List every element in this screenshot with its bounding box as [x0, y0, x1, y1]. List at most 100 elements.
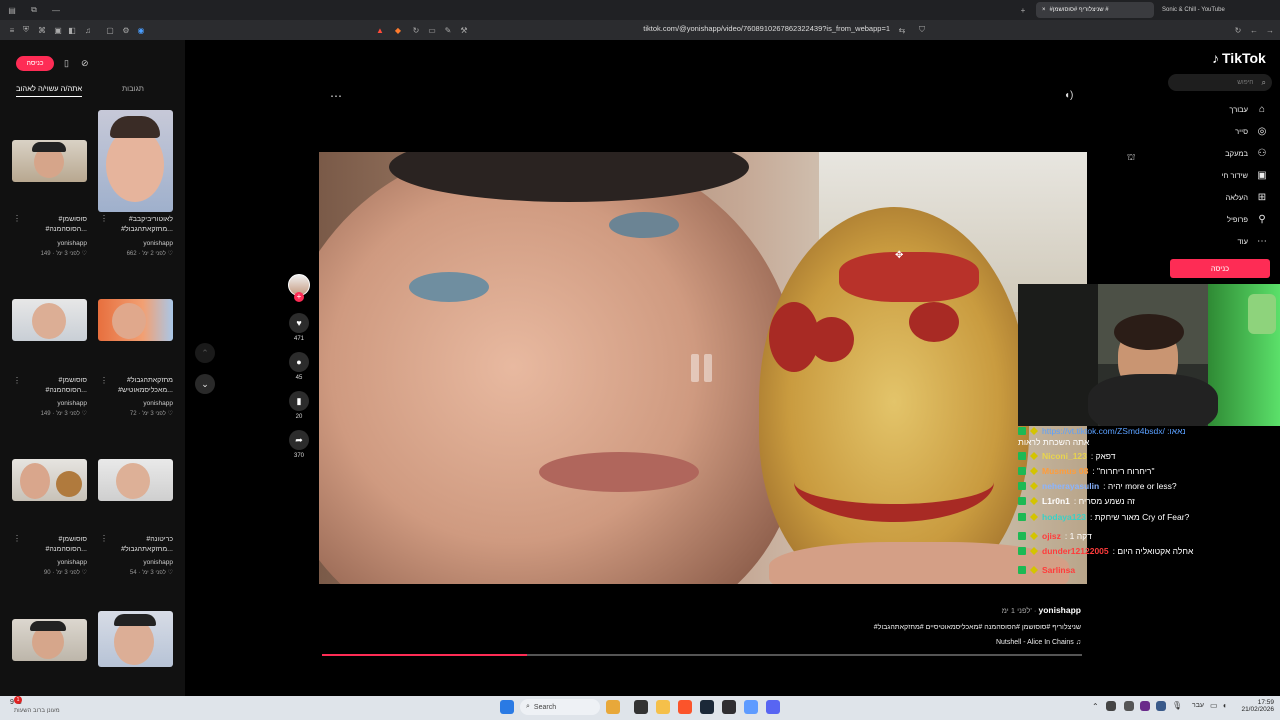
- nav-item-profile[interactable]: פרופיל ⚲: [1227, 212, 1268, 226]
- minimize-icon[interactable]: —: [50, 4, 62, 16]
- close-tab-icon[interactable]: ×: [1042, 7, 1046, 13]
- reload-icon[interactable]: ↻: [410, 24, 422, 36]
- sidebar-icon[interactable]: ≡: [6, 24, 18, 36]
- video-thumbnail[interactable]: [12, 459, 87, 501]
- previous-video-button[interactable]: ⌃: [195, 343, 215, 363]
- app-icon[interactable]: [744, 700, 758, 714]
- music-line[interactable]: Nutshell - Alice In Chains ♫: [700, 639, 1081, 646]
- extensions-icon[interactable]: ⚙: [120, 24, 132, 36]
- window-menu-icon[interactable]: ▤: [6, 4, 18, 16]
- music-title[interactable]: Nutshell - Alice In Chains: [996, 639, 1074, 646]
- discord-icon[interactable]: [766, 700, 780, 714]
- more-options-icon[interactable]: ⋮: [13, 376, 21, 385]
- video-title[interactable]: #הסוסהמנה...: [12, 387, 87, 395]
- more-options-icon[interactable]: ⋮: [100, 534, 108, 543]
- split-icon[interactable]: ◧: [66, 24, 78, 36]
- video-author[interactable]: yonishapp: [98, 400, 173, 407]
- video-title[interactable]: #סוסושמן: [12, 377, 87, 385]
- mic-icon[interactable]: 🎙: [1172, 701, 1182, 710]
- more-options-icon[interactable]: ⋮: [100, 214, 108, 223]
- chat-username[interactable]: hodaya123: [1042, 512, 1086, 522]
- network-icon[interactable]: ▭: [1210, 701, 1218, 710]
- translate-icon[interactable]: ✎: [442, 24, 454, 36]
- tray-app-icon[interactable]: [1156, 701, 1166, 711]
- video-title[interactable]: #סוסושמן: [12, 216, 87, 224]
- chat-username[interactable]: Sarlinsa: [1042, 565, 1075, 575]
- video-author[interactable]: yonishapp: [12, 240, 87, 247]
- tab-youtube[interactable]: Sonic & Chill - YouTube: [1156, 2, 1268, 18]
- taskbar-search[interactable]: ⌕ Search: [520, 699, 600, 715]
- brave-shield-icon[interactable]: ◆: [392, 24, 404, 36]
- video-thumbnail[interactable]: [98, 611, 173, 667]
- widgets-icon[interactable]: [606, 700, 620, 714]
- brave-rewards-icon[interactable]: ▲: [374, 24, 386, 36]
- video-title[interactable]: #מחזקאתהגבול...: [98, 226, 173, 234]
- reader-icon[interactable]: ▭: [426, 24, 438, 36]
- settings-icon[interactable]: ⊘: [81, 58, 89, 69]
- tools-icon[interactable]: ⚒: [458, 24, 470, 36]
- more-options-icon[interactable]: ⋯: [330, 89, 342, 103]
- video-author[interactable]: yonishapp: [12, 559, 87, 566]
- video-thumbnail[interactable]: [98, 299, 173, 341]
- nav-item-following[interactable]: במעקב ⚇: [1225, 146, 1268, 160]
- tray-app-icon[interactable]: [1106, 701, 1116, 711]
- chat-username[interactable]: dunder12122005: [1042, 546, 1109, 556]
- wallet-icon[interactable]: ◉: [135, 24, 147, 36]
- video-author[interactable]: yonishapp: [98, 240, 173, 247]
- device-icon[interactable]: ▯: [64, 58, 69, 69]
- video-title[interactable]: #הסוסהמנה...: [12, 546, 87, 554]
- tab-tiktok[interactable]: × #שניצלוריף #סוסושמן #: [1036, 2, 1154, 18]
- volume-icon[interactable]: ◖): [1064, 90, 1073, 101]
- tray-chevron-icon[interactable]: ⌃: [1092, 702, 1099, 711]
- task-view-icon[interactable]: [634, 700, 648, 714]
- tray-app-icon[interactable]: [1140, 701, 1150, 711]
- tiktok-logo[interactable]: ♪ TikTok: [1212, 50, 1266, 66]
- video-thumbnail[interactable]: [98, 110, 173, 212]
- chat-username[interactable]: L1r0n1: [1042, 496, 1070, 506]
- video-title[interactable]: #לאוטוריביקבב: [98, 216, 173, 224]
- nav-item-upload[interactable]: העלאה ⊞: [1225, 190, 1268, 204]
- more-options-icon[interactable]: ⋮: [13, 534, 21, 543]
- chat-username[interactable]: ojisz: [1042, 531, 1061, 541]
- save-action[interactable]: ▮ 20: [289, 391, 309, 420]
- tab-actions-icon[interactable]: ⧉: [28, 4, 40, 16]
- chat-username[interactable]: Musmus 08: [1042, 466, 1088, 476]
- author-username[interactable]: yonishapp: [1038, 605, 1081, 615]
- login-button[interactable]: כניסה: [1170, 259, 1270, 278]
- next-video-button[interactable]: ⌄: [195, 374, 215, 394]
- like-action[interactable]: ♥ 471: [289, 313, 309, 342]
- bookmarks-icon[interactable]: ⌘: [36, 24, 48, 36]
- comment-action[interactable]: ● 45: [289, 352, 309, 381]
- volume-icon[interactable]: ◖: [1222, 701, 1227, 710]
- chat-username[interactable]: Niconi_123: [1042, 451, 1087, 461]
- more-options-icon[interactable]: ⋮: [100, 376, 108, 385]
- refresh-icon[interactable]: ↻: [1232, 24, 1244, 36]
- tab-comments[interactable]: תגובות: [122, 84, 144, 93]
- tabs-icon[interactable]: ▢: [104, 24, 116, 36]
- back-icon[interactable]: ←: [1248, 24, 1260, 36]
- video-title[interactable]: #מחזקאתהגבול: [98, 377, 173, 385]
- video-thumbnail[interactable]: [98, 459, 173, 501]
- login-pill-button[interactable]: כניסה: [16, 56, 54, 71]
- follow-plus-icon[interactable]: +: [294, 292, 304, 302]
- nav-item-for-you[interactable]: עבורך ⌂: [1229, 102, 1268, 116]
- video-author[interactable]: yonishapp: [98, 559, 173, 566]
- video-title[interactable]: #סוסושמן: [12, 536, 87, 544]
- video-title[interactable]: #מחזקאתהגבול...: [98, 546, 173, 554]
- video-author[interactable]: yonishapp: [12, 400, 87, 407]
- nav-item-more[interactable]: עוד ⋯: [1238, 234, 1268, 248]
- panel-icon[interactable]: ▣: [52, 24, 64, 36]
- search-icon[interactable]: ⌕: [1262, 78, 1266, 88]
- share-action[interactable]: ➦ 370: [289, 430, 309, 459]
- video-caption[interactable]: #שניצלוריף #סוסושמן #הסוסהמנה #מאכליסמאו…: [600, 624, 1081, 631]
- heart-icon[interactable]: ♥: [289, 313, 309, 333]
- progress-track[interactable]: [322, 654, 1082, 656]
- video-thumbnail[interactable]: [12, 619, 87, 661]
- tray-app-icon[interactable]: [1124, 701, 1134, 711]
- url-bar[interactable]: tiktok.com/@yonishapp/video/760891026786…: [560, 24, 890, 33]
- nav-item-explore[interactable]: סייר ◎: [1235, 124, 1268, 138]
- comment-icon[interactable]: ●: [289, 352, 309, 372]
- pause-icon[interactable]: [691, 354, 715, 382]
- clock[interactable]: 17:59 21/02/2026: [1236, 699, 1274, 713]
- nav-item-live[interactable]: שידור חי ▣: [1221, 168, 1268, 182]
